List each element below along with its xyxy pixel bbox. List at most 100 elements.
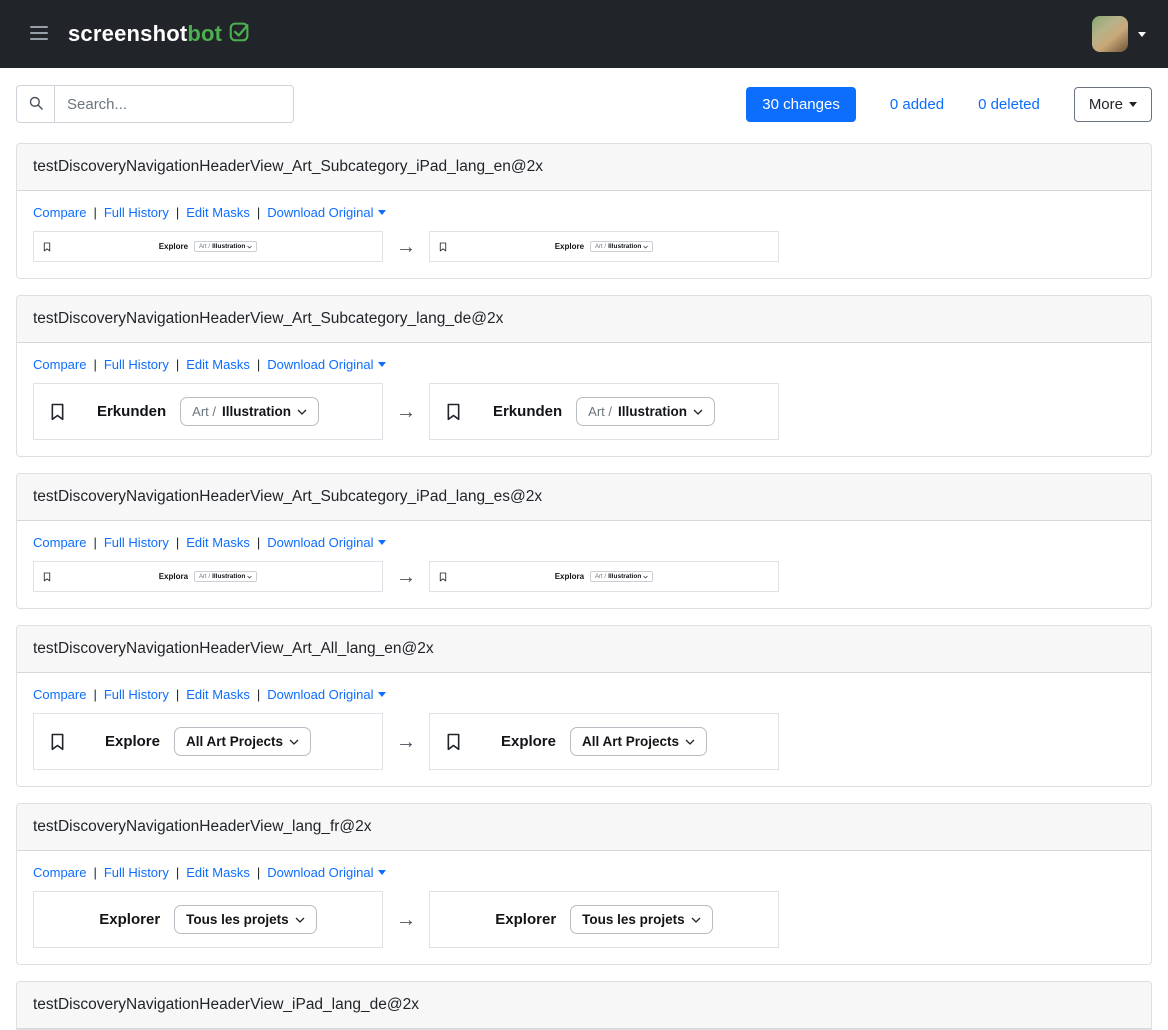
before-screenshot-thumbnail[interactable]: Erkunden Art / Illustration: [33, 383, 383, 440]
chevron-down-icon: [289, 739, 299, 745]
edit-masks-link[interactable]: Edit Masks: [186, 357, 250, 372]
filter-dropdown: Art / Illustration: [194, 571, 257, 582]
filter-value: Tous les projets: [582, 912, 685, 927]
filter-prefix: Art /: [595, 244, 606, 250]
caret-down-icon: [378, 210, 386, 215]
before-screenshot-thumbnail[interactable]: Explora Art / Illustration: [33, 561, 383, 592]
compare-link[interactable]: Compare: [33, 205, 86, 220]
user-avatar: [1092, 16, 1128, 52]
more-dropdown-button[interactable]: More: [1074, 87, 1152, 122]
search-group: [16, 85, 294, 123]
caret-down-icon: [1129, 102, 1137, 107]
nav-title: Explorer: [99, 911, 160, 928]
after-screenshot-thumbnail[interactable]: Explorer Tous les projets: [429, 891, 779, 948]
bookmark-icon: [43, 572, 51, 582]
nav-header-preview: Explore All Art Projects: [34, 727, 382, 756]
card-actions: Compare | Full History | Edit Masks | Do…: [33, 357, 1135, 372]
link-separator: |: [93, 357, 96, 372]
edit-masks-link[interactable]: Edit Masks: [186, 687, 250, 702]
arrow-right-icon: →: [395, 237, 417, 257]
full-history-link[interactable]: Full History: [104, 865, 169, 880]
chevron-down-icon: [685, 739, 695, 745]
arrow-right-icon: →: [395, 732, 417, 752]
full-history-link[interactable]: Full History: [104, 205, 169, 220]
bookmark-icon: [439, 242, 447, 252]
download-original-label: Download Original: [267, 687, 373, 702]
nav-header-preview: Explorer Tous les projets: [34, 905, 382, 934]
nav-title: Explora: [159, 572, 188, 581]
bookmark-icon: [439, 572, 447, 582]
search-input[interactable]: [54, 85, 294, 123]
full-history-link[interactable]: Full History: [104, 357, 169, 372]
link-separator: |: [93, 687, 96, 702]
filter-dropdown: Tous les projets: [570, 905, 713, 934]
nav-title: Explorer: [495, 911, 556, 928]
nav-header-preview: Explora Art / Illustration: [430, 571, 778, 582]
filter-prefix: Art /: [192, 404, 216, 419]
screenshot-card: testDiscoveryNavigationHeaderView_Art_Su…: [16, 473, 1152, 609]
card-title: testDiscoveryNavigationHeaderView_Art_Su…: [17, 296, 1151, 343]
brand-logo[interactable]: screenshotbot: [68, 21, 250, 47]
screenshot-card: testDiscoveryNavigationHeaderView_Art_Su…: [16, 295, 1152, 457]
chevron-down-icon: [693, 409, 703, 415]
full-history-link[interactable]: Full History: [104, 687, 169, 702]
filter-value: Illustration: [608, 243, 641, 250]
download-original-link[interactable]: Download Original: [267, 357, 386, 372]
before-screenshot-thumbnail[interactable]: Explore Art / Illustration: [33, 231, 383, 262]
caret-down-icon: [378, 870, 386, 875]
nav-header-preview: Explore Art / Illustration: [34, 241, 382, 252]
after-screenshot-thumbnail[interactable]: Explore Art / Illustration: [429, 231, 779, 262]
download-original-link[interactable]: Download Original: [267, 535, 386, 550]
download-original-link[interactable]: Download Original: [267, 865, 386, 880]
download-original-link[interactable]: Download Original: [267, 687, 386, 702]
compare-link[interactable]: Compare: [33, 687, 86, 702]
filter-prefix: Art /: [595, 574, 606, 580]
compare-link[interactable]: Compare: [33, 357, 86, 372]
after-screenshot-thumbnail[interactable]: Explore All Art Projects: [429, 713, 779, 770]
filter-dropdown: Art / Illustration: [590, 571, 653, 582]
compare-link[interactable]: Compare: [33, 535, 86, 550]
before-screenshot-thumbnail[interactable]: Explore All Art Projects: [33, 713, 383, 770]
nav-header-preview: Erkunden Art / Illustration: [34, 397, 382, 426]
link-separator: |: [176, 865, 179, 880]
link-separator: |: [93, 865, 96, 880]
filter-value: Illustration: [212, 243, 245, 250]
full-history-link[interactable]: Full History: [104, 535, 169, 550]
bookmark-icon: [50, 733, 65, 751]
filter-dropdown: All Art Projects: [174, 727, 311, 756]
filter-value: All Art Projects: [582, 734, 679, 749]
changes-filter-button[interactable]: 30 changes: [746, 87, 856, 122]
nav-title: Explore: [555, 242, 584, 251]
search-button[interactable]: [16, 85, 54, 123]
after-screenshot-thumbnail[interactable]: Erkunden Art / Illustration: [429, 383, 779, 440]
link-separator: |: [176, 687, 179, 702]
edit-masks-link[interactable]: Edit Masks: [186, 205, 250, 220]
added-filter-link[interactable]: 0 added: [890, 96, 944, 113]
menu-toggle-button[interactable]: [22, 20, 56, 49]
link-separator: |: [257, 535, 260, 550]
deleted-filter-link[interactable]: 0 deleted: [978, 96, 1040, 113]
comparison-row: Erkunden Art / Illustration → Erkund: [33, 383, 1135, 440]
edit-masks-link[interactable]: Edit Masks: [186, 535, 250, 550]
compare-link[interactable]: Compare: [33, 865, 86, 880]
user-menu[interactable]: [1092, 16, 1146, 52]
download-original-label: Download Original: [267, 535, 373, 550]
screenshot-card: testDiscoveryNavigationHeaderView_iPad_l…: [16, 981, 1152, 1030]
nav-header-preview: Explora Art / Illustration: [34, 571, 382, 582]
edit-masks-link[interactable]: Edit Masks: [186, 865, 250, 880]
chevron-down-icon: [297, 409, 307, 415]
filter-value: Illustration: [618, 404, 687, 419]
card-title: testDiscoveryNavigationHeaderView_iPad_l…: [17, 982, 1151, 1029]
nav-title: Erkunden: [493, 403, 562, 420]
filter-value: Illustration: [608, 573, 641, 580]
download-original-link[interactable]: Download Original: [267, 205, 386, 220]
card-body: Compare | Full History | Edit Masks | Do…: [17, 851, 1151, 964]
link-separator: |: [257, 205, 260, 220]
download-original-label: Download Original: [267, 865, 373, 880]
after-screenshot-thumbnail[interactable]: Explora Art / Illustration: [429, 561, 779, 592]
top-navbar: screenshotbot: [0, 0, 1168, 68]
download-original-label: Download Original: [267, 357, 373, 372]
before-screenshot-thumbnail[interactable]: Explorer Tous les projets: [33, 891, 383, 948]
arrow-right-icon: →: [395, 910, 417, 930]
filter-value: All Art Projects: [186, 734, 283, 749]
